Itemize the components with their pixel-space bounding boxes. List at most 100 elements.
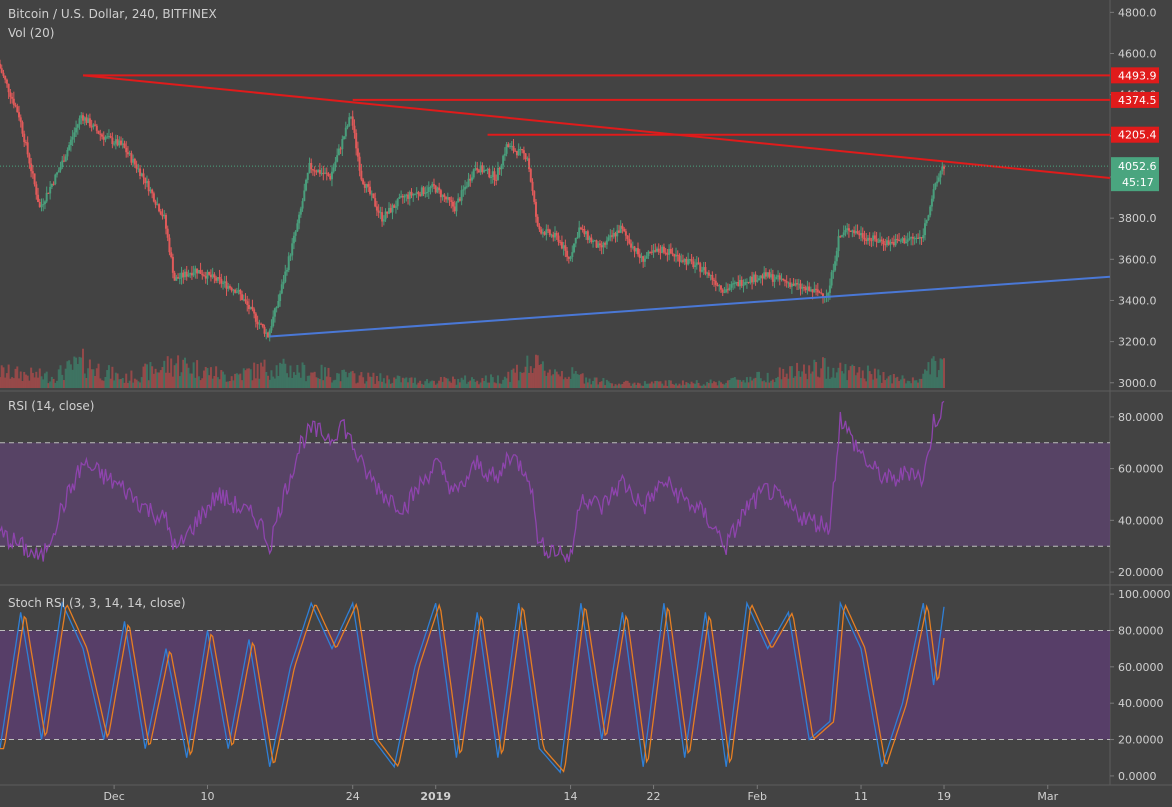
volume-bar [704,385,707,388]
candle-body [223,281,226,283]
candle-body [707,272,710,276]
volume-bar [351,370,354,388]
volume-bar [270,370,273,388]
candle-body [413,193,416,195]
volume-label: Vol (20) [8,26,55,40]
volume-bar [190,373,193,388]
volume-bar [66,361,69,388]
volume-bar [802,364,805,388]
time-tick-label: 14 [564,790,578,803]
price-tick-label: 3800.0 [1118,212,1157,225]
candle-body [469,178,472,181]
volume-bar [310,372,313,388]
candle-body [253,309,256,314]
candle-body [531,181,534,192]
candle-body [638,254,641,258]
candle-body [904,241,907,244]
volume-bar [586,382,589,388]
candle-body [832,270,835,273]
volume-bar [804,373,807,388]
volume-bar [196,360,199,388]
candle-body [509,146,512,148]
candle-body [467,178,470,187]
candle-body [783,280,786,282]
volume-bar [394,378,397,388]
chart-root[interactable]: 80.000060.000040.000020.0000 100.000080.… [0,0,1172,807]
candle-body [185,271,188,277]
volume-bar [56,380,59,388]
candle-body [37,194,40,203]
candle-body [168,237,171,253]
candle-body [396,198,399,207]
candle-body [488,168,491,178]
volume-bar [54,382,57,388]
candle-body [322,172,325,174]
candle-body [889,242,892,245]
volume-bar [88,359,91,388]
volume-bar [635,384,638,388]
candle-body [341,139,344,150]
candle-body [844,230,847,233]
candle-body [524,153,527,160]
candle-body [541,232,544,234]
volume-bar [775,377,778,388]
candle-body [742,284,745,286]
volume-bar [675,383,678,388]
volume-bar [680,385,683,388]
volume-bar [809,373,812,388]
volume-bar [564,377,567,388]
volume-bar [725,382,728,388]
volume-bar [911,377,914,388]
candle-body [554,232,556,238]
candle-body [780,278,783,280]
candle-body [0,63,1,69]
candle-body [668,248,671,255]
candle-body [536,216,539,226]
candle-body [941,166,944,172]
volume-bar [889,375,892,388]
volume-bar [325,376,328,388]
volume-bar [669,380,672,388]
candle-body [611,235,614,237]
volume-bar [273,378,276,388]
volume-bar [199,380,202,388]
candle-body [512,145,515,151]
time-tick-label: 2019 [420,790,451,803]
candle-body [265,332,268,334]
volume-bar [76,364,79,388]
volume-bar [671,383,674,388]
volume-bar [298,372,301,388]
candle-body [714,280,717,285]
stoch-tick-label: 20.0000 [1118,734,1164,747]
candle-body [809,289,812,292]
volume-bar [443,376,446,388]
candle-body [227,286,230,289]
candle-body [830,272,833,286]
volume-bar [446,378,449,388]
candle-body [374,198,377,207]
candle-body [101,134,104,137]
candle-body [569,256,572,259]
rsi-tick-label: 40.0000 [1118,514,1164,527]
volume-bar [695,380,698,388]
volume-bar [828,378,831,388]
candle-body [324,172,327,174]
volume-bar [158,372,161,388]
candle-body [260,323,263,325]
volume-bar [197,376,200,388]
volume-bar [438,380,441,388]
candle-body [650,251,653,253]
volume-bar [939,358,942,388]
candle-body [671,253,674,255]
candle-body [393,205,396,208]
volume-bar [80,357,83,388]
candle-body [180,272,183,278]
volume-bar [18,378,21,388]
candle-body [545,229,548,235]
volume-bar [839,362,842,388]
candle-body [818,292,821,294]
volume-bar [687,383,690,388]
candle-body [451,201,454,207]
candle-body [695,262,698,266]
volume-bar [870,374,873,388]
